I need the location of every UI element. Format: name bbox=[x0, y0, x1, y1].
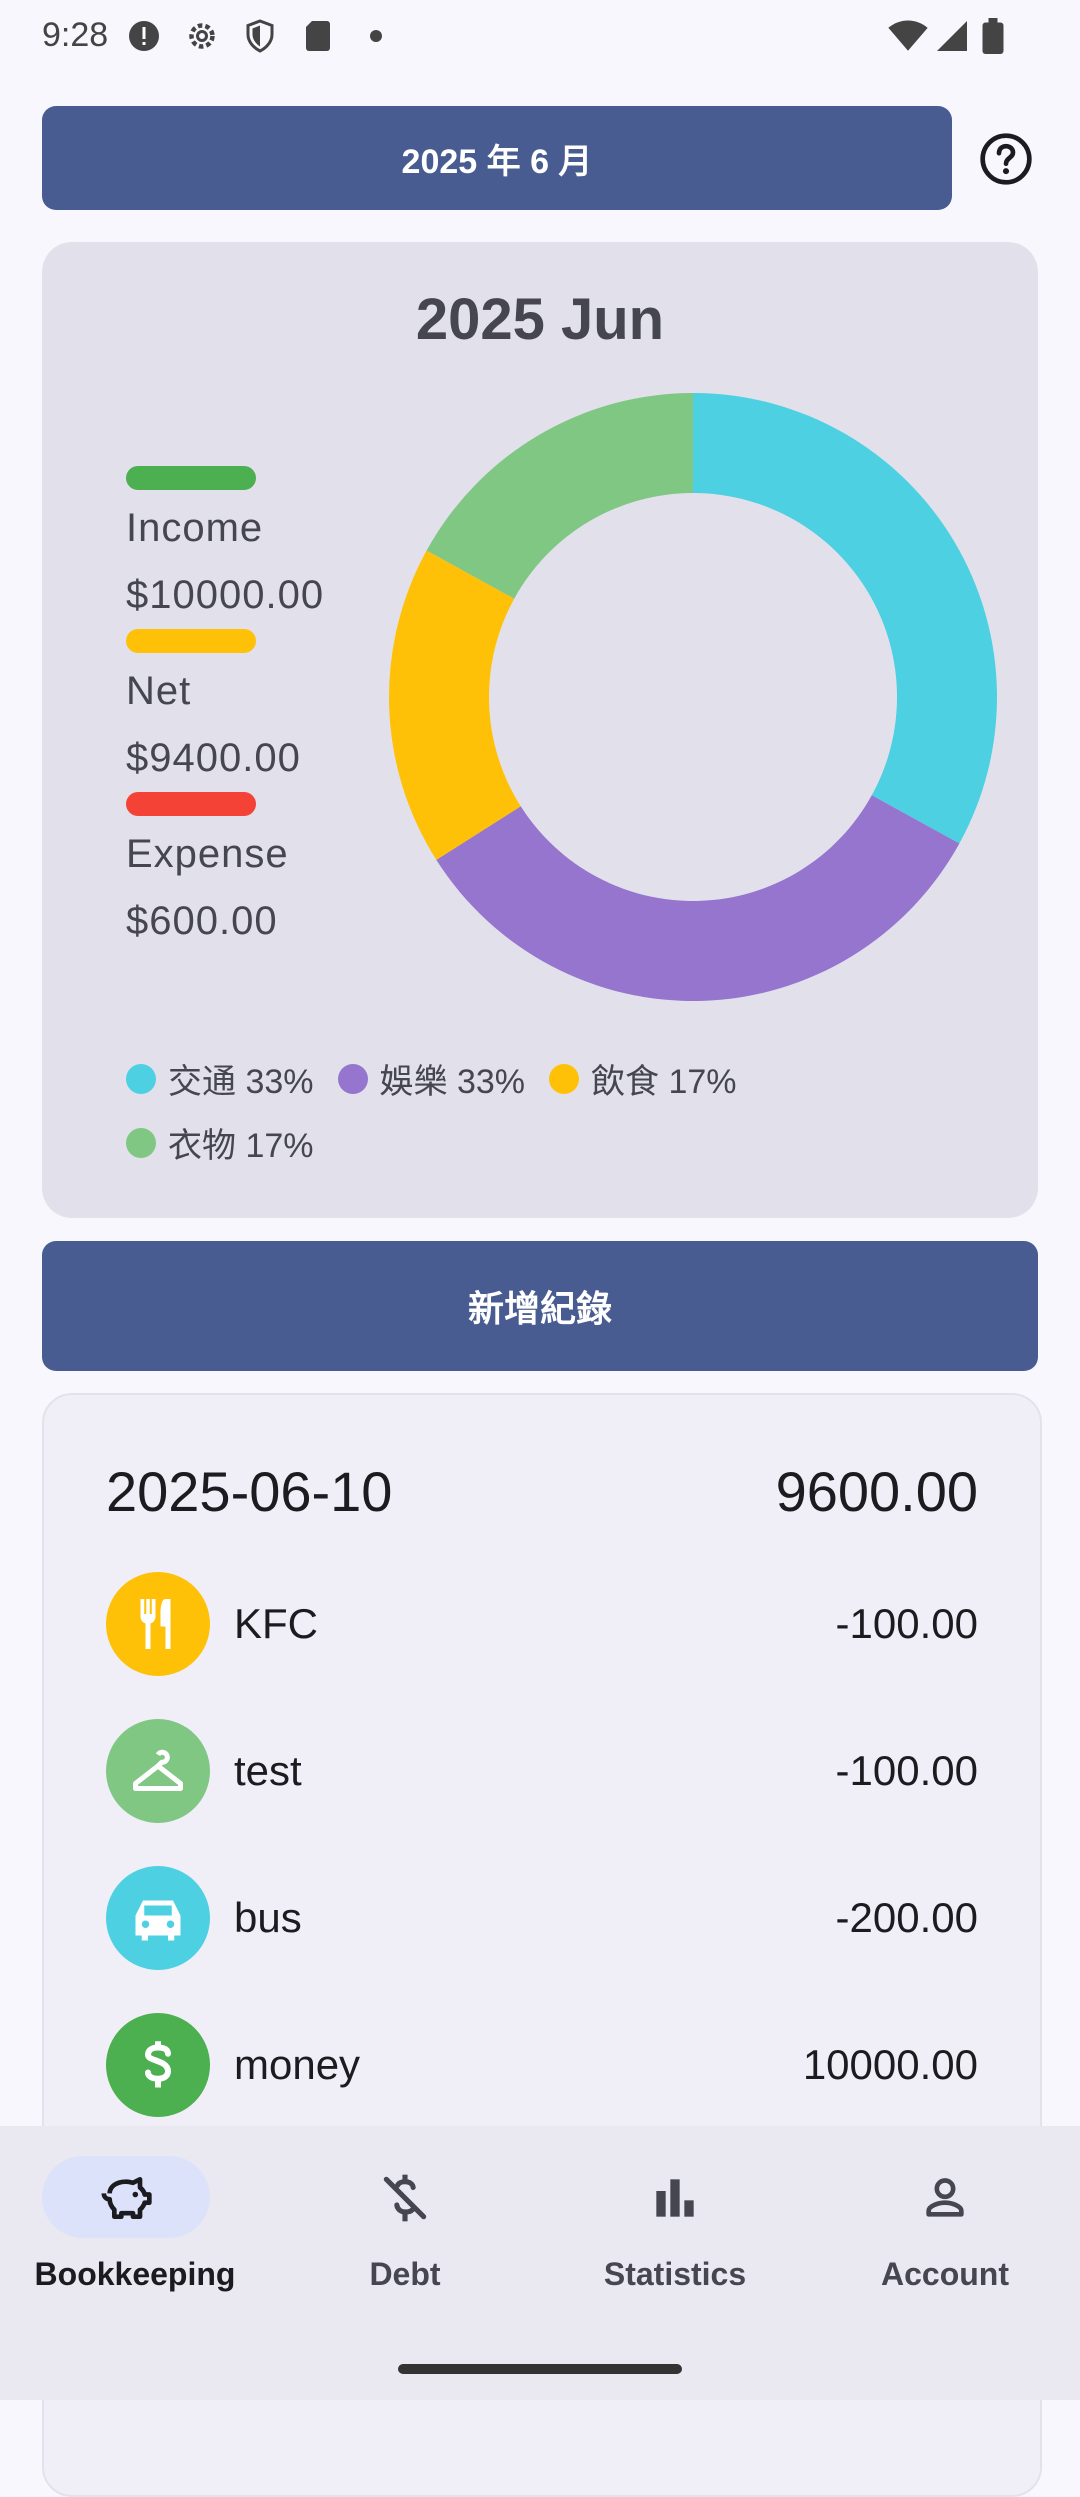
nav-item-account[interactable]: Account bbox=[810, 2126, 1080, 2326]
bottom-navigation: Bookkeeping Debt Statistics Account bbox=[0, 2126, 1080, 2400]
legend-expense: Expense $600.00 bbox=[126, 792, 289, 944]
legend-net: Net $9400.00 bbox=[126, 629, 301, 781]
record-row[interactable]: KFC -100.00 bbox=[106, 1572, 978, 1676]
category-dot bbox=[126, 1127, 156, 1158]
add-record-button[interactable]: 新增紀錄 bbox=[42, 1241, 1038, 1371]
signal-icon bbox=[937, 21, 967, 51]
battery-icon bbox=[982, 18, 1004, 54]
category-dot bbox=[337, 1063, 368, 1094]
record-row[interactable]: money 10000.00 bbox=[106, 2013, 978, 2117]
expense-bar bbox=[126, 792, 256, 816]
sd-card-icon bbox=[306, 21, 330, 51]
summary-card: 2025 Jun Income $10000.00 Net $9400.00 E… bbox=[42, 242, 1038, 1218]
legend-value: $600.00 bbox=[126, 899, 278, 943]
utensils-icon bbox=[106, 1572, 210, 1676]
legend-value: $9400.00 bbox=[126, 736, 301, 780]
category-legend-item: 衣物 17% bbox=[126, 1118, 314, 1167]
donut-slice[interactable] bbox=[693, 393, 997, 844]
record-name: bus bbox=[234, 1894, 302, 1941]
legend-label: Expense bbox=[126, 832, 289, 876]
alert-icon bbox=[129, 21, 159, 51]
category-label: 交通 33% bbox=[168, 1063, 314, 1101]
car-icon bbox=[106, 1866, 210, 1970]
record-name: KFC bbox=[234, 1600, 318, 1647]
summary-title: 2025 Jun bbox=[415, 287, 665, 352]
record-name: money bbox=[234, 2041, 361, 2088]
net-bar bbox=[126, 629, 256, 653]
nav-label: Account bbox=[881, 2256, 1009, 2292]
category-legend-item: 交通 33% bbox=[126, 1054, 314, 1103]
expense-donut-chart[interactable] bbox=[388, 392, 998, 1002]
dollar-icon bbox=[106, 2013, 210, 2117]
donut-slice[interactable] bbox=[436, 795, 960, 1002]
record-total: 9600.00 bbox=[775, 1460, 978, 1523]
status-time: 9:28 bbox=[42, 16, 109, 54]
category-label: 娛樂 33% bbox=[379, 1063, 526, 1101]
record-amount: -100.00 bbox=[835, 1600, 978, 1647]
category-dot bbox=[126, 1063, 156, 1094]
person-icon bbox=[926, 2178, 964, 2217]
bar-chart-icon bbox=[656, 2179, 694, 2217]
category-legend-row-1: 交通 33% 娛樂 33% 飲食 17% bbox=[126, 1054, 761, 1103]
nav-label: Statistics bbox=[603, 2256, 747, 2292]
category-label: 衣物 17% bbox=[168, 1127, 314, 1165]
legend-label: Net bbox=[126, 669, 192, 713]
piggy-bank-icon bbox=[101, 2177, 152, 2219]
legend-value: $10000.00 bbox=[126, 573, 325, 617]
donut-slice[interactable] bbox=[389, 550, 521, 860]
nav-item-debt[interactable]: Debt bbox=[270, 2126, 540, 2326]
settings-icon bbox=[189, 23, 215, 49]
category-legend-row-2: 衣物 17% bbox=[126, 1118, 338, 1167]
record-name: test bbox=[234, 1747, 302, 1794]
legend-income: Income $10000.00 bbox=[126, 466, 324, 618]
money-off-icon bbox=[383, 2174, 427, 2222]
record-amount: -100.00 bbox=[835, 1747, 978, 1794]
help-circle-icon[interactable] bbox=[978, 131, 1034, 187]
income-bar bbox=[126, 466, 256, 490]
hanger-icon bbox=[106, 1719, 210, 1823]
category-label: 飲食 17% bbox=[591, 1063, 737, 1101]
record-row[interactable]: bus -200.00 bbox=[106, 1866, 978, 1970]
home-indicator bbox=[398, 2364, 682, 2374]
category-dot bbox=[549, 1063, 579, 1094]
month-selector-button[interactable]: 2025 年 6 月 bbox=[42, 106, 952, 210]
nav-item-bookkeeping[interactable]: Bookkeeping bbox=[0, 2126, 270, 2326]
nav-label: Bookkeeping bbox=[34, 2256, 236, 2292]
status-bar: 9:28 bbox=[0, 0, 1080, 72]
dot-icon bbox=[370, 30, 382, 42]
record-row[interactable]: test -100.00 bbox=[106, 1719, 978, 1823]
donut-slice[interactable] bbox=[426, 393, 693, 599]
category-legend-item: 娛樂 33% bbox=[337, 1054, 526, 1103]
legend-label: Income bbox=[126, 506, 264, 550]
category-legend-item: 飲食 17% bbox=[549, 1054, 737, 1103]
nav-label: Debt bbox=[369, 2256, 441, 2292]
wifi-icon bbox=[888, 20, 928, 51]
nav-item-statistics[interactable]: Statistics bbox=[540, 2126, 810, 2326]
record-amount: -200.00 bbox=[835, 1894, 978, 1941]
record-date: 2025-06-10 bbox=[106, 1460, 393, 1523]
shield-icon bbox=[246, 19, 274, 53]
record-amount: 10000.00 bbox=[802, 2041, 978, 2088]
